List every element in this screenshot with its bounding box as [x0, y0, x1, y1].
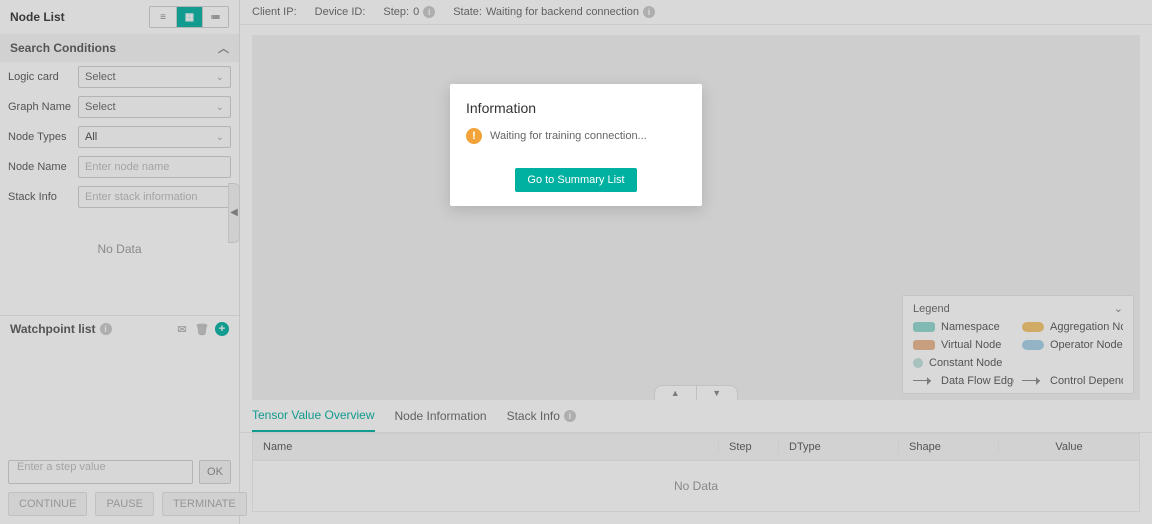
- information-modal: Information ! Waiting for training conne…: [450, 84, 702, 206]
- go-to-summary-button[interactable]: Go to Summary List: [515, 168, 636, 192]
- modal-overlay[interactable]: Information ! Waiting for training conne…: [0, 0, 1152, 524]
- modal-text: Waiting for training connection...: [490, 130, 647, 142]
- modal-title: Information: [466, 100, 686, 116]
- app-root: Node List ≡ ▦ ≔ Search Conditions ︿ Logi…: [0, 0, 1152, 524]
- warning-icon: !: [466, 128, 482, 144]
